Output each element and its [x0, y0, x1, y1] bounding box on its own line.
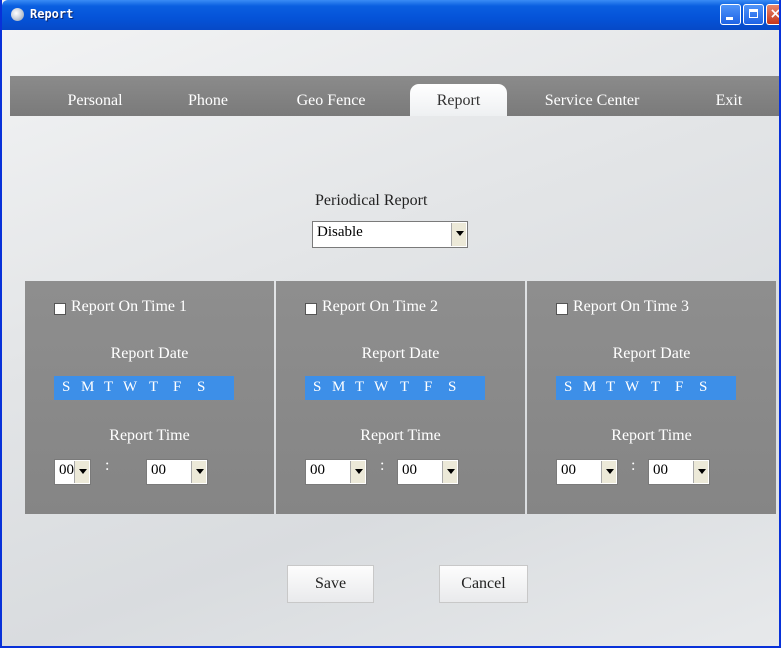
title-bar[interactable]: Report ×	[2, 0, 781, 30]
weekday-selector: S M T W T F S	[556, 376, 736, 400]
tab-report[interactable]: Report	[410, 84, 507, 116]
dropdown-arrow-icon	[451, 223, 466, 246]
maximize-button[interactable]	[743, 4, 764, 25]
minute-value: 00	[402, 462, 417, 478]
periodical-report-select[interactable]: Disable	[312, 221, 468, 248]
day-thursday[interactable]: T	[651, 379, 660, 396]
window-title: Report	[30, 7, 74, 21]
tab-exit[interactable]: Exit	[704, 84, 754, 116]
minute-select[interactable]: 00	[648, 459, 710, 485]
day-wednesday[interactable]: W	[625, 379, 639, 396]
day-friday[interactable]: F	[424, 379, 432, 396]
day-sunday[interactable]: S	[62, 379, 70, 396]
time-separator: :	[631, 457, 636, 474]
day-saturday[interactable]: S	[448, 379, 456, 396]
report-time-label: Report Time	[611, 427, 692, 444]
hour-select[interactable]: 00	[54, 459, 91, 485]
dropdown-arrow-icon	[442, 461, 457, 483]
report-time-panel-2: Report On Time 2 Report Date S M T W T F…	[276, 281, 525, 514]
tab-personal[interactable]: Personal	[50, 84, 140, 116]
dropdown-arrow-icon	[693, 461, 708, 483]
report-time-label: Report Time	[360, 427, 441, 444]
dropdown-arrow-icon	[74, 461, 89, 483]
dropdown-arrow-icon	[191, 461, 206, 483]
cancel-button[interactable]: Cancel	[439, 565, 528, 603]
maximize-icon	[749, 9, 758, 18]
minute-select[interactable]: 00	[397, 459, 459, 485]
day-tuesday[interactable]: T	[606, 379, 615, 396]
report-on-time-2-label: Report On Time 2	[322, 298, 439, 315]
report-time-panel-1: Report On Time 1 Report Date S M T W T F…	[25, 281, 274, 514]
day-thursday[interactable]: T	[149, 379, 158, 396]
close-icon: ×	[769, 6, 781, 22]
dropdown-arrow-icon	[601, 461, 616, 483]
report-on-time-1-label: Report On Time 1	[71, 298, 188, 315]
report-date-label: Report Date	[612, 345, 691, 362]
report-on-time-1-checkbox[interactable]	[54, 303, 66, 315]
report-date-label: Report Date	[361, 345, 440, 362]
day-wednesday[interactable]: W	[374, 379, 388, 396]
day-wednesday[interactable]: W	[123, 379, 137, 396]
time-separator: :	[105, 457, 110, 474]
minimize-button[interactable]	[720, 4, 741, 25]
save-button[interactable]: Save	[287, 565, 374, 603]
close-button[interactable]: ×	[766, 4, 781, 25]
minute-select[interactable]: 00	[146, 459, 208, 485]
hour-value: 00	[59, 462, 74, 478]
day-saturday[interactable]: S	[699, 379, 707, 396]
day-friday[interactable]: F	[675, 379, 683, 396]
report-date-label: Report Date	[110, 345, 189, 362]
hour-value: 00	[310, 462, 325, 478]
minute-value: 00	[151, 462, 166, 478]
day-sunday[interactable]: S	[313, 379, 321, 396]
day-monday[interactable]: M	[81, 379, 94, 396]
day-friday[interactable]: F	[173, 379, 181, 396]
weekday-selector: S M T W T F S	[54, 376, 234, 400]
tab-service-center[interactable]: Service Center	[532, 84, 652, 116]
hour-select[interactable]: 00	[556, 459, 618, 485]
minimize-icon	[726, 17, 733, 20]
hour-select[interactable]: 00	[305, 459, 367, 485]
periodical-report-value: Disable	[317, 224, 363, 240]
day-monday[interactable]: M	[332, 379, 345, 396]
day-tuesday[interactable]: T	[104, 379, 113, 396]
time-separator: :	[380, 457, 385, 474]
tab-phone[interactable]: Phone	[168, 84, 248, 116]
periodical-report-label: Periodical Report	[315, 192, 428, 209]
day-tuesday[interactable]: T	[355, 379, 364, 396]
app-icon	[11, 8, 24, 21]
minute-value: 00	[653, 462, 668, 478]
report-time-label: Report Time	[109, 427, 190, 444]
weekday-selector: S M T W T F S	[305, 376, 485, 400]
hour-value: 00	[561, 462, 576, 478]
dropdown-arrow-icon	[350, 461, 365, 483]
report-on-time-3-label: Report On Time 3	[573, 298, 690, 315]
tab-geo-fence[interactable]: Geo Fence	[281, 84, 381, 116]
day-saturday[interactable]: S	[197, 379, 205, 396]
day-monday[interactable]: M	[583, 379, 596, 396]
report-on-time-3-checkbox[interactable]	[556, 303, 568, 315]
report-window: Report × Personal Phone Geo Fence Report…	[0, 0, 781, 648]
report-on-time-2-checkbox[interactable]	[305, 303, 317, 315]
day-thursday[interactable]: T	[400, 379, 409, 396]
report-time-panel-3: Report On Time 3 Report Date S M T W T F…	[527, 281, 776, 514]
day-sunday[interactable]: S	[564, 379, 572, 396]
